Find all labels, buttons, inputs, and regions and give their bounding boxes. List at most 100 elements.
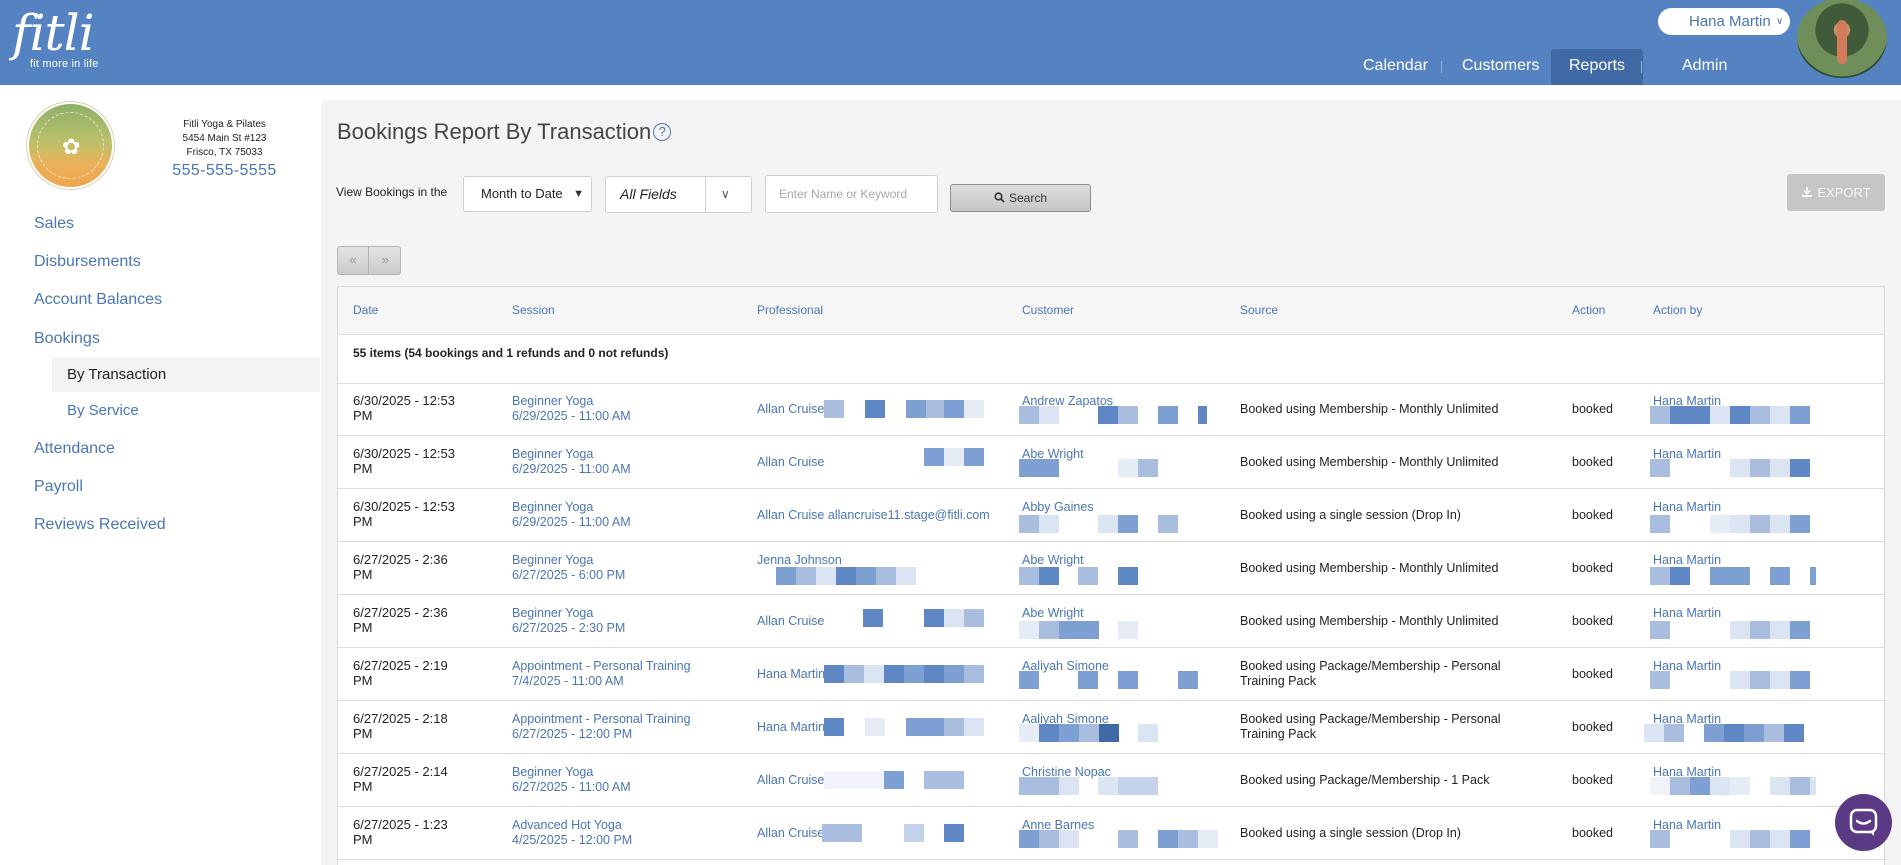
row-session[interactable]: Appointment - Personal Training 6/27/2025…: [512, 712, 691, 742]
nav-calendar[interactable]: Calendar: [1345, 49, 1446, 85]
user-menu[interactable]: Hana Martin ∨: [1658, 8, 1790, 35]
row-source: Booked using Membership - Monthly Unlimi…: [1240, 614, 1499, 628]
row-customer[interactable]: Abe Wright: [1022, 447, 1084, 462]
table-row: 6/27/2025 - 2:36 PM Beginner Yoga 6/27/202…: [338, 595, 1884, 648]
row-session[interactable]: Beginner Yoga 6/27/2025 - 11:00 AM: [512, 765, 631, 795]
sidebar-item-sales[interactable]: Sales: [34, 215, 74, 233]
search-button[interactable]: Search: [950, 184, 1091, 212]
fitli-logo[interactable]: fitli fit more in life: [12, 4, 98, 70]
row-professional[interactable]: Jenna Johnson: [757, 553, 842, 568]
col-date[interactable]: Date: [353, 303, 378, 317]
prev-page-button[interactable]: «: [338, 247, 369, 274]
row-professional[interactable]: Allan Cruise: [757, 826, 824, 841]
row-professional[interactable]: Allan Cruise allancruise11.stage@fitli.c…: [757, 508, 990, 523]
row-action: booked: [1572, 667, 1614, 681]
row-action: booked: [1572, 826, 1614, 840]
row-professional[interactable]: Allan Cruise: [757, 614, 824, 629]
row-action-by[interactable]: Hana Martin: [1653, 659, 1721, 674]
row-customer[interactable]: Anne Barnes: [1022, 818, 1094, 833]
avatar[interactable]: [1797, 0, 1887, 78]
help-icon[interactable]: ?: [653, 123, 672, 141]
chevron-down-icon: ∨: [1776, 16, 1784, 27]
sidebar-item-disbursements[interactable]: Disbursements: [34, 253, 141, 271]
download-icon: [1802, 187, 1813, 197]
top-header: fitli fit more in life Hana Martin ∨ Cal…: [0, 0, 1901, 85]
sidebar-item-attendance[interactable]: Attendance: [34, 440, 115, 458]
nav-reports[interactable]: Reports: [1551, 49, 1644, 85]
col-customer[interactable]: Customer: [1022, 303, 1074, 317]
row-session[interactable]: Beginner Yoga 6/29/2025 - 11:00 AM: [512, 500, 631, 530]
row-session[interactable]: Beginner Yoga 6/27/2025 - 2:30 PM: [512, 606, 625, 636]
row-customer[interactable]: Abe Wright: [1022, 553, 1084, 568]
export-button[interactable]: EXPORT: [1787, 174, 1885, 211]
row-customer[interactable]: Aaliyah Simone: [1022, 659, 1109, 674]
row-action-by[interactable]: Hana Martin: [1653, 765, 1721, 780]
row-session[interactable]: Appointment - Personal Training 7/4/2025 …: [512, 659, 691, 689]
bookings-table: Date Session Professional Customer Sourc…: [337, 286, 1885, 865]
sidebar-subitem-by-transaction[interactable]: By Transaction: [52, 357, 320, 392]
row-session[interactable]: Beginner Yoga 6/29/2025 - 11:00 AM: [512, 394, 631, 424]
row-source: Booked using a single session (Drop In): [1240, 826, 1461, 840]
row-professional[interactable]: Hana Martin: [757, 667, 825, 682]
row-date: 6/30/2025 - 12:53 PM: [353, 393, 455, 423]
row-session[interactable]: Advanced Hot Yoga 4/25/2025 - 12:00 PM: [512, 818, 632, 848]
page-title: Bookings Report By Transaction?: [337, 119, 672, 145]
row-date: 6/30/2025 - 12:53 PM: [353, 446, 455, 476]
fields-select[interactable]: All Fields ∨: [605, 176, 752, 213]
row-action-by[interactable]: Hana Martin: [1653, 500, 1721, 515]
search-icon: [994, 192, 1005, 203]
row-action-by[interactable]: Hana Martin: [1653, 447, 1721, 462]
row-source: Booked using Membership - Monthly Unlimi…: [1240, 402, 1499, 416]
row-professional[interactable]: Hana Martin: [757, 720, 825, 735]
pager: « »: [337, 246, 401, 275]
row-professional[interactable]: Allan Cruise: [757, 402, 824, 417]
row-action-by[interactable]: Hana Martin: [1653, 712, 1721, 727]
row-source: Booked using Membership - Monthly Unlimi…: [1240, 455, 1499, 469]
col-action-by[interactable]: Action by: [1653, 303, 1702, 317]
user-name: Hana Martin: [1689, 13, 1771, 30]
row-action-by[interactable]: Hana Martin: [1653, 394, 1721, 409]
sidebar-item-bookings[interactable]: Bookings: [34, 330, 100, 348]
row-session[interactable]: Beginner Yoga 6/27/2025 - 6:00 PM: [512, 553, 625, 583]
row-date: 6/27/2025 - 2:19 PM: [353, 658, 448, 688]
logo-wordmark: fitli: [12, 4, 95, 62]
col-source[interactable]: Source: [1240, 303, 1278, 317]
row-action-by[interactable]: Hana Martin: [1653, 818, 1721, 833]
table-row: 6/27/2025 - 2:19 PM Appointment - Persona…: [338, 648, 1884, 701]
row-action-by[interactable]: Hana Martin: [1653, 606, 1721, 621]
keyword-input[interactable]: [765, 175, 938, 213]
nav-admin[interactable]: Admin: [1664, 49, 1745, 85]
row-action: booked: [1572, 720, 1614, 734]
studio-phone[interactable]: 555-555-5555: [162, 161, 287, 181]
row-action-by[interactable]: Hana Martin: [1653, 553, 1721, 568]
sidebar-subitem-by-service[interactable]: By Service: [52, 393, 320, 428]
col-action[interactable]: Action: [1572, 303, 1605, 317]
table-row: 6/27/2025 - 1:23 PM Advanced Hot Yoga 4/25…: [338, 807, 1884, 860]
row-customer[interactable]: Andrew Zapatos: [1022, 394, 1113, 409]
row-date: 6/27/2025 - 2:14 PM: [353, 764, 448, 794]
studio-logo: ✿: [27, 102, 114, 189]
chat-button[interactable]: [1835, 794, 1892, 851]
nav-customers[interactable]: Customers: [1444, 49, 1557, 85]
row-customer[interactable]: Aaliyah Simone: [1022, 712, 1109, 727]
items-summary: 55 items (54 bookings and 1 refunds and …: [353, 346, 669, 360]
row-customer[interactable]: Abe Wright: [1022, 606, 1084, 621]
row-session[interactable]: Beginner Yoga 6/29/2025 - 11:00 AM: [512, 447, 631, 477]
row-customer[interactable]: Christine Nopac: [1022, 765, 1111, 780]
row-customer[interactable]: Abby Gaines: [1022, 500, 1094, 515]
row-source: Booked using Membership - Monthly Unlimi…: [1240, 561, 1499, 575]
next-page-button[interactable]: »: [370, 247, 401, 274]
sidebar-item-payroll[interactable]: Payroll: [34, 478, 83, 496]
period-select[interactable]: Month to Date ▼: [463, 176, 592, 212]
table-row: 6/30/2025 - 12:53 PM Beginner Yoga 6/29/20…: [338, 489, 1884, 542]
studio-address-line1: 5454 Main St #123: [182, 133, 267, 144]
row-date: 6/27/2025 - 1:23 PM: [353, 817, 448, 847]
table-header: Date Session Professional Customer Sourc…: [338, 287, 1884, 335]
sidebar-item-reviews-received[interactable]: Reviews Received: [34, 516, 166, 534]
sidebar-item-account-balances[interactable]: Account Balances: [34, 291, 162, 309]
row-action: booked: [1572, 614, 1614, 628]
row-professional[interactable]: Allan Cruise: [757, 455, 824, 470]
row-professional[interactable]: Allan Cruise: [757, 773, 824, 788]
col-session[interactable]: Session: [512, 303, 555, 317]
col-professional[interactable]: Professional: [757, 303, 823, 317]
